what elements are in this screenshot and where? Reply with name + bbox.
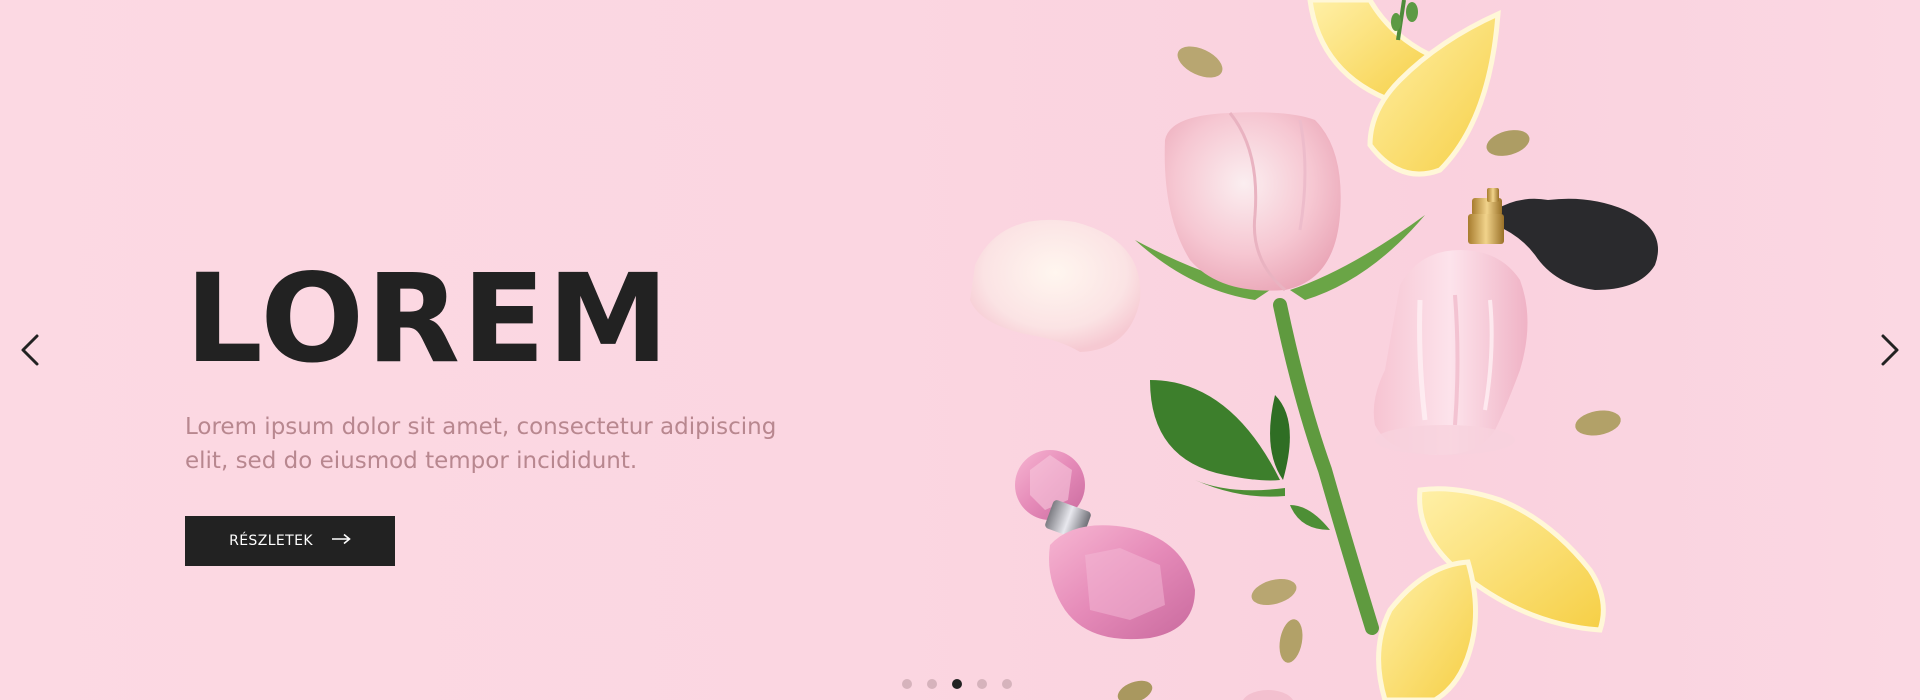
hero-content: LOREM Lorem ipsum dolor sit amet, consec… [185, 258, 825, 566]
arrow-right-icon [331, 533, 351, 549]
hero-subtitle: Lorem ipsum dolor sit amet, consectetur … [185, 414, 777, 474]
slide-dot-2[interactable] [927, 679, 937, 689]
details-button-label: RÉSZLETEK [229, 533, 313, 549]
slide-dot-1[interactable] [902, 679, 912, 689]
chevron-right-icon [1879, 333, 1901, 371]
next-slide-button[interactable] [1868, 330, 1912, 374]
details-button[interactable]: RÉSZLETEK [185, 516, 395, 566]
hero-title: LOREM [185, 248, 671, 390]
hero-slider: LOREM Lorem ipsum dolor sit amet, consec… [0, 0, 1920, 700]
slide-dot-5[interactable] [1002, 679, 1012, 689]
slide-dot-3[interactable] [952, 679, 962, 689]
slide-dot-4[interactable] [977, 679, 987, 689]
slide-pagination [902, 679, 1012, 689]
prev-slide-button[interactable] [8, 330, 52, 374]
chevron-left-icon [19, 333, 41, 371]
